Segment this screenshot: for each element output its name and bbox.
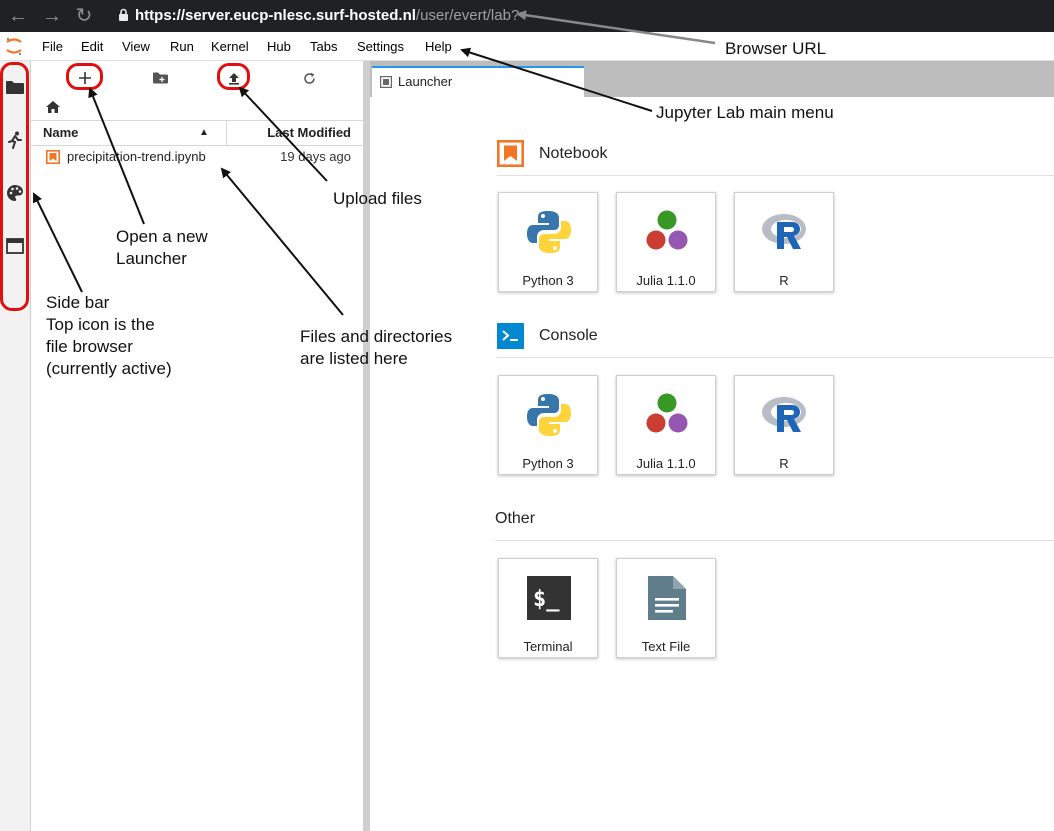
console-r-card[interactable]: R (734, 375, 834, 475)
tab-launcher[interactable]: Launcher (372, 66, 584, 97)
file-list-header: Name ▲ Last Modified (31, 120, 363, 146)
annotation-upload-files: Upload files (333, 189, 422, 208)
notebook-julia-card[interactable]: Julia 1.1.0 (616, 192, 716, 292)
terminal-card[interactable]: $_ Terminal (498, 558, 598, 658)
url-path: /user/evert/lab? (415, 7, 520, 24)
annotation-sidebar-line4: (currently active) (46, 359, 172, 378)
text-file-card[interactable]: Text File (616, 558, 716, 658)
url-host: https://server.eucp-nlesc.surf-hosted.nl (135, 7, 416, 24)
section-title-notebook: Notebook (539, 145, 608, 162)
annotation-sidebar-line3: file browser (46, 337, 133, 356)
name-column-header[interactable]: Name (43, 125, 78, 140)
section-title-console: Console (539, 327, 598, 344)
refresh-button[interactable] (298, 69, 320, 87)
new-launcher-highlight (66, 63, 103, 90)
annotation-sidebar-line2: Top icon is the (46, 315, 155, 334)
menu-view[interactable]: View (122, 39, 150, 55)
reload-icon[interactable]: ↻ (72, 4, 96, 28)
file-list-item[interactable]: precipitation-trend.ipynb 19 days ago (31, 147, 363, 167)
annotation-files-line1: Files and directories (300, 327, 453, 346)
annotation-new-launcher-line1: Open a new (116, 227, 208, 246)
annotation-browser-url: Browser URL (725, 39, 827, 58)
section-divider (495, 540, 1054, 541)
console-icon (497, 323, 524, 349)
card-label: Julia 1.1.0 (636, 273, 696, 288)
sort-ascending-icon: ▲ (199, 127, 209, 138)
card-label: R (779, 456, 789, 471)
jupyter-logo-icon (6, 37, 22, 56)
main-menu-bar: File Edit View Run Kernel Hub Tabs Setti… (0, 32, 1054, 61)
menu-kernel[interactable]: Kernel (211, 39, 249, 55)
tab-label: Launcher (398, 74, 453, 89)
launcher-icon (380, 76, 392, 88)
annotation-new-launcher-line2: Launcher (116, 249, 187, 268)
annotation-files-line2: are listed here (300, 349, 408, 368)
card-label: R (779, 273, 789, 288)
r-icon (762, 214, 806, 249)
panel-splitter[interactable] (363, 61, 370, 831)
julia-icon (646, 393, 688, 433)
text-file-icon (648, 576, 686, 620)
card-label: Terminal (523, 639, 573, 654)
main-tab-bar: Launcher (370, 61, 1054, 97)
menu-help[interactable]: Help (425, 39, 452, 55)
notebook-r-card[interactable]: R (734, 192, 834, 292)
card-label: Python 3 (522, 273, 574, 288)
menu-tabs[interactable]: Tabs (310, 39, 337, 55)
back-icon[interactable]: ← (6, 4, 30, 28)
section-divider (497, 175, 1054, 176)
terminal-icon: $_ (527, 576, 571, 620)
annotation-sidebar-line1: Side bar (46, 293, 110, 312)
notebook-python3-card[interactable]: Python 3 (498, 192, 598, 292)
svg-text:$_: $_ (533, 587, 560, 612)
home-icon[interactable] (42, 98, 64, 116)
section-divider (497, 357, 1054, 358)
forward-icon[interactable]: → (40, 4, 64, 28)
file-modified: 19 days ago (280, 149, 351, 164)
notebook-file-icon (46, 150, 60, 164)
menu-settings[interactable]: Settings (357, 39, 404, 55)
lock-icon (119, 8, 128, 21)
card-label: Python 3 (522, 456, 574, 471)
menu-hub[interactable]: Hub (267, 39, 291, 55)
section-title-other: Other (495, 510, 536, 527)
notebook-icon (497, 140, 524, 167)
new-folder-button[interactable] (149, 69, 171, 87)
python-icon (527, 211, 571, 253)
sidebar-highlight (0, 62, 29, 311)
julia-icon (646, 210, 688, 250)
python-icon (527, 394, 571, 436)
file-name: precipitation-trend.ipynb (67, 149, 206, 164)
column-divider[interactable] (226, 121, 227, 145)
menu-file[interactable]: File (42, 39, 63, 55)
file-browser-panel: Name ▲ Last Modified precipitation-trend… (31, 61, 363, 831)
modified-column-header[interactable]: Last Modified (267, 125, 351, 140)
launcher-panel: Notebook Python 3 Julia 1.1.0 R Console (370, 97, 1054, 831)
menu-run[interactable]: Run (170, 39, 194, 55)
annotation-main-menu: Jupyter Lab main menu (656, 103, 834, 122)
console-python3-card[interactable]: Python 3 (498, 375, 598, 475)
card-label: Julia 1.1.0 (636, 456, 696, 471)
menu-edit[interactable]: Edit (81, 39, 103, 55)
console-julia-card[interactable]: Julia 1.1.0 (616, 375, 716, 475)
address-bar[interactable]: https://server.eucp-nlesc.surf-hosted.nl… (118, 6, 519, 26)
r-icon (762, 397, 806, 432)
upload-highlight (217, 63, 250, 90)
browser-toolbar: ← → ↻ https://server.eucp-nlesc.surf-hos… (0, 0, 1054, 32)
card-label: Text File (641, 639, 691, 654)
